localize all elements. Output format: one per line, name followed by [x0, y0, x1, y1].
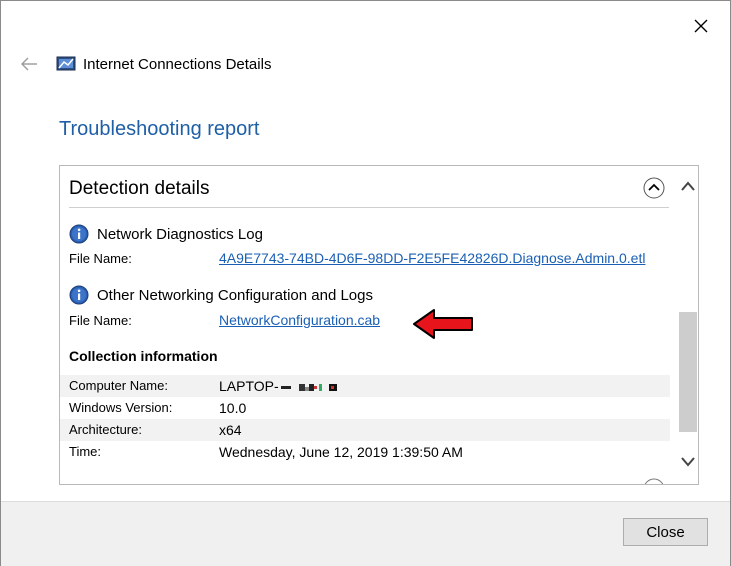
network-configuration-file-link[interactable]: NetworkConfiguration.cab — [219, 312, 380, 328]
row-key: Windows Version: — [69, 400, 173, 415]
section-title: Network Diagnostics Log — [97, 225, 263, 243]
scroll-up-icon[interactable] — [680, 180, 696, 192]
vertical-scrollbar[interactable] — [677, 166, 698, 484]
info-icon — [69, 224, 89, 244]
table-row: Architecture: x64 — [60, 419, 670, 441]
table-row: Windows Version: 10.0 — [60, 397, 670, 419]
window-title: Internet Connections Details — [83, 56, 272, 73]
table-row: Time: Wednesday, June 12, 2019 1:39:50 A… — [60, 441, 670, 463]
row-key: Time: — [69, 444, 102, 459]
page-heading: Troubleshooting report — [59, 118, 260, 140]
dialog-window: Internet Connections Details Troubleshoo… — [0, 0, 731, 566]
row-key: Computer Name: — [69, 378, 168, 393]
section-other-networking-config: Other Networking Configuration and Logs — [69, 285, 373, 305]
section-network-diagnostics-log: Network Diagnostics Log — [69, 224, 263, 244]
scroll-thumb[interactable] — [679, 312, 697, 432]
network-app-icon — [56, 56, 76, 71]
row-value: LAPTOP- — [219, 378, 341, 394]
panel-title: Detection details — [69, 178, 210, 199]
detection-details-panel: Detection details Network Diagnostics Lo… — [59, 165, 699, 485]
close-icon[interactable] — [690, 15, 712, 37]
diagnose-log-file-link[interactable]: 4A9E7743-74BD-4D6F-98DD-F2E5FE42826D.Dia… — [219, 250, 645, 266]
back-arrow-icon[interactable] — [19, 55, 39, 73]
file-name-label: File Name: — [69, 251, 132, 266]
computer-name-value: LAPTOP- — [219, 378, 279, 394]
close-button[interactable]: Close — [623, 518, 708, 546]
info-icon — [69, 285, 89, 305]
panel-divider — [69, 207, 669, 208]
file-name-label: File Name: — [69, 313, 132, 328]
row-key: Architecture: — [69, 422, 142, 437]
section-title: Other Networking Configuration and Logs — [97, 286, 373, 304]
partial-expand-icon[interactable] — [643, 478, 665, 485]
collection-info-table: Computer Name: LAPTOP- Windows Version: … — [60, 375, 670, 463]
collection-information-title: Collection information — [69, 348, 218, 364]
red-arrow-annotation-icon — [413, 309, 473, 339]
dialog-footer — [1, 501, 730, 566]
collapse-chevron-icon[interactable] — [643, 177, 665, 199]
scroll-down-icon[interactable] — [680, 455, 696, 467]
table-row: Computer Name: LAPTOP- — [60, 375, 670, 397]
redacted-block — [280, 383, 337, 391]
row-value: Wednesday, June 12, 2019 1:39:50 AM — [219, 444, 463, 460]
row-value: x64 — [219, 422, 242, 438]
row-value: 10.0 — [219, 400, 247, 416]
